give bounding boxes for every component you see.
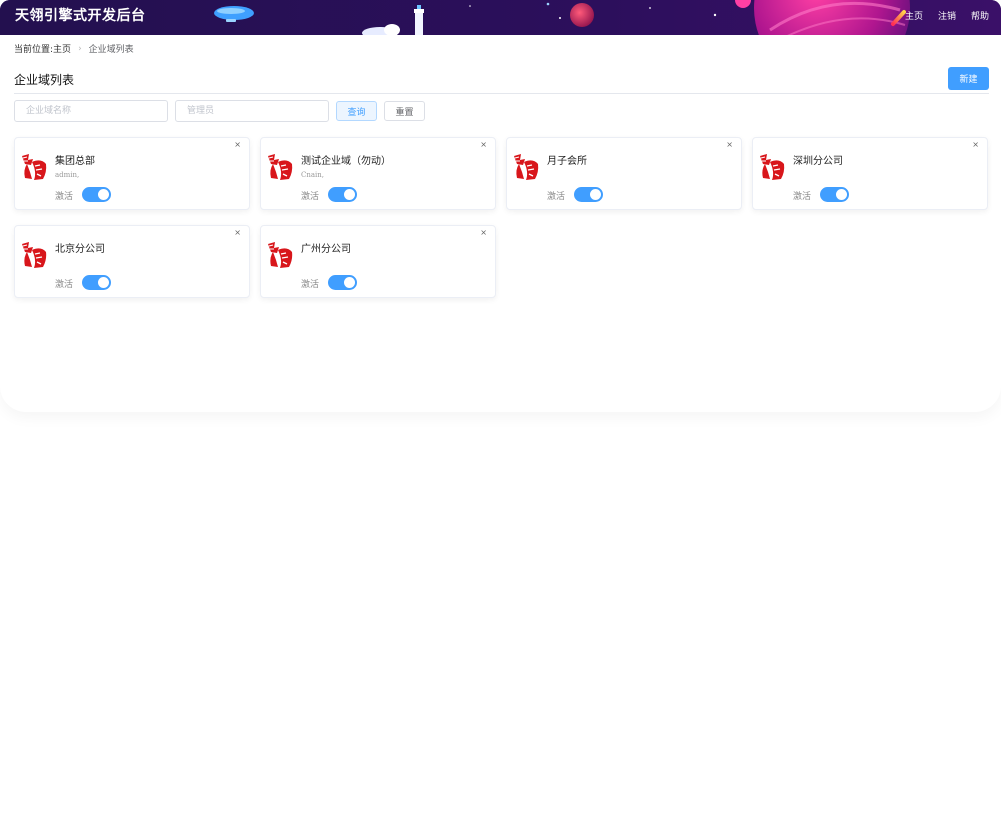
new-button[interactable]: 新建 — [948, 67, 989, 90]
domain-name: 月子会所 — [547, 156, 587, 167]
tianling-logo-icon — [511, 152, 541, 182]
active-toggle-switch[interactable] — [328, 275, 357, 290]
active-toggle-switch[interactable] — [82, 187, 111, 202]
domain-name: 集团总部 — [55, 156, 95, 167]
active-toggle-switch[interactable] — [328, 187, 357, 202]
domain-admin: admin, — [55, 171, 80, 179]
tianling-logo-icon — [19, 152, 49, 182]
domain-card[interactable]: 北京分公司 × 激活 — [14, 225, 250, 298]
close-icon[interactable]: × — [480, 140, 487, 149]
tianling-logo-icon — [265, 152, 295, 182]
tianling-logo-icon — [19, 240, 49, 270]
query-button[interactable]: 查询 — [336, 101, 377, 121]
nav-help-link[interactable]: 帮助 — [971, 9, 989, 22]
header-space-illustration — [0, 0, 1001, 35]
domain-name: 测试企业域（勿动） — [301, 156, 391, 167]
nav-home-link[interactable]: 主页 — [905, 9, 923, 22]
close-icon[interactable]: × — [234, 228, 241, 237]
breadcrumb-prefix: 当前位置: — [14, 45, 54, 55]
status-label: 激活 — [55, 280, 74, 290]
close-icon[interactable]: × — [972, 140, 979, 149]
status-label: 激活 — [301, 192, 320, 202]
top-header: 天翎引擎式开发后台 主页 注销 帮助 — [0, 0, 1001, 35]
domain-name-search-input[interactable] — [14, 100, 168, 122]
status-label: 激活 — [793, 192, 812, 202]
active-toggle-switch[interactable] — [574, 187, 603, 202]
active-toggle-switch[interactable] — [82, 275, 111, 290]
domain-name: 北京分公司 — [55, 244, 105, 255]
status-label: 激活 — [55, 192, 74, 202]
active-toggle-switch[interactable] — [820, 187, 849, 202]
title-divider — [14, 93, 989, 94]
domain-card[interactable]: 测试企业域（勿动） Cnain, × 激活 — [260, 137, 496, 210]
nav-logout-link[interactable]: 注销 — [938, 9, 956, 22]
domain-card[interactable]: 集团总部 admin, × 激活 — [14, 137, 250, 210]
breadcrumb-current: 企业域列表 — [88, 45, 134, 55]
domain-card[interactable]: 深圳分公司 × 激活 — [752, 137, 988, 210]
app-title: 天翎引擎式开发后台 — [15, 8, 146, 24]
status-label: 激活 — [301, 280, 320, 290]
tianling-logo-icon — [757, 152, 787, 182]
domain-card[interactable]: 月子会所 × 激活 — [506, 137, 742, 210]
status-label: 激活 — [547, 192, 566, 202]
tianling-logo-icon — [265, 240, 295, 270]
close-icon[interactable]: × — [480, 228, 487, 237]
admin-search-input[interactable] — [175, 100, 329, 122]
close-icon[interactable]: × — [234, 140, 241, 149]
domain-name: 深圳分公司 — [793, 156, 843, 167]
breadcrumb: 当前位置: 主页 › 企业域列表 — [14, 42, 134, 56]
reset-button[interactable]: 重置 — [384, 101, 425, 121]
breadcrumb-home[interactable]: 主页 — [53, 42, 71, 55]
close-icon[interactable]: × — [726, 140, 733, 149]
domain-name: 广州分公司 — [301, 244, 351, 255]
top-nav: 主页 注销 帮助 — [905, 9, 989, 22]
page-title: 企业域列表 — [14, 73, 75, 87]
domain-admin: Cnain, — [301, 171, 325, 179]
app-window: 天翎引擎式开发后台 主页 注销 帮助 当前位置: 主页 › 企业域列表 企业域列… — [0, 0, 1001, 412]
domain-card[interactable]: 广州分公司 × 激活 — [260, 225, 496, 298]
chevron-right-icon: › — [78, 43, 82, 54]
